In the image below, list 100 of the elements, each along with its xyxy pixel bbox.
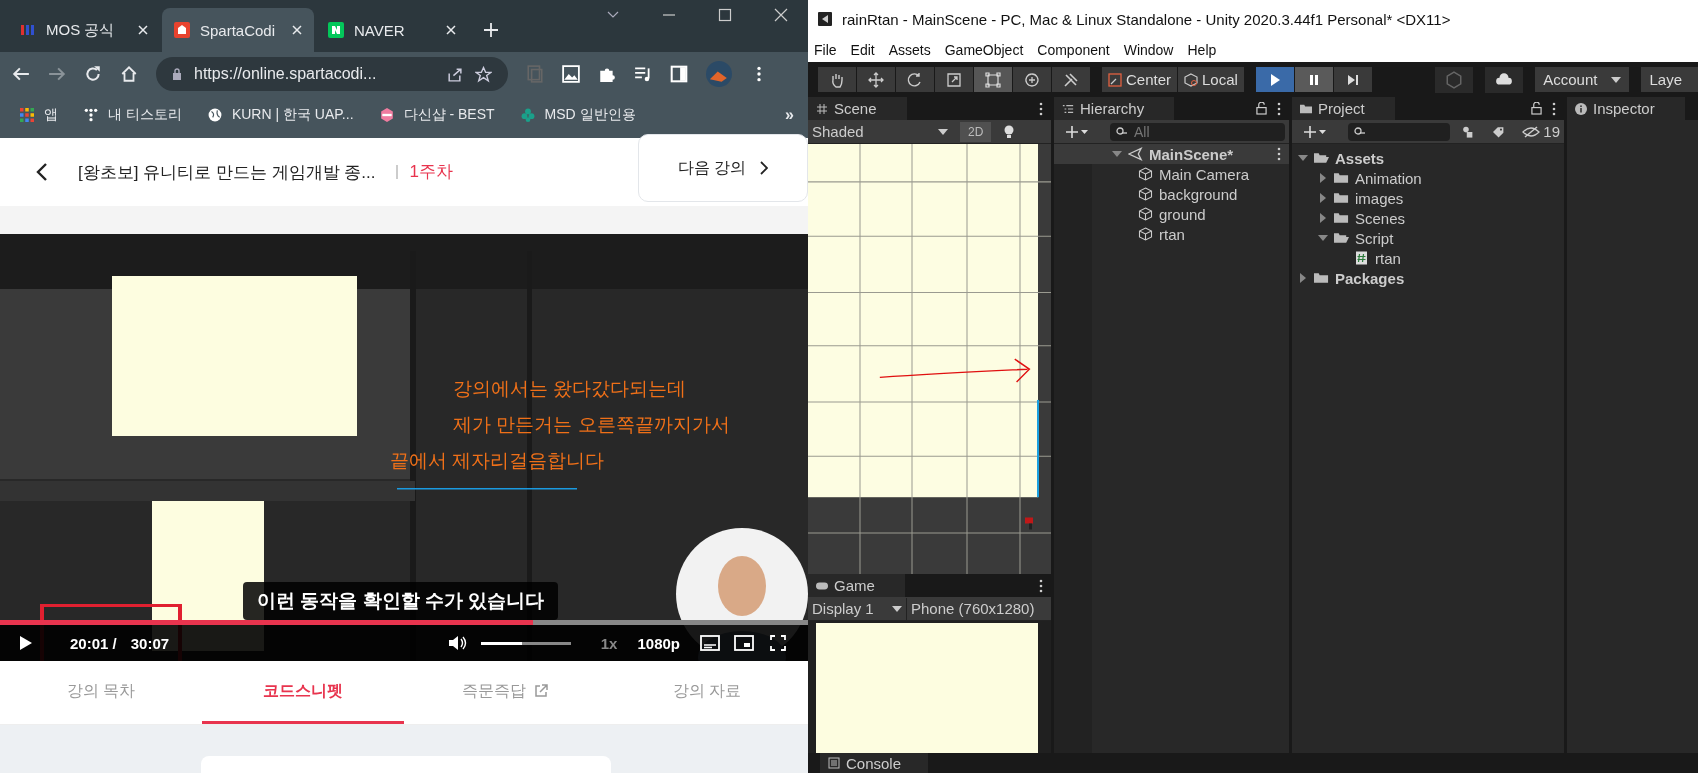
expand-arrow[interactable]: [1318, 193, 1328, 203]
fullscreen-icon[interactable]: [768, 635, 788, 651]
tool-button[interactable]: [1052, 67, 1090, 92]
browser-tab[interactable]: NAVER: [316, 8, 468, 52]
game-object-item[interactable]: ground: [1159, 205, 1206, 223]
tool-button[interactable]: [857, 67, 895, 92]
pivot-button[interactable]: Center: [1102, 67, 1178, 92]
tool-button[interactable]: [935, 67, 973, 92]
inspector-tab[interactable]: Inspector: [1567, 97, 1685, 120]
close-icon[interactable]: [774, 8, 788, 22]
expand-arrow[interactable]: [1298, 273, 1308, 283]
scene-view[interactable]: [808, 144, 1051, 574]
volume-slider[interactable]: [480, 641, 571, 645]
tool-button[interactable]: [1013, 67, 1051, 92]
collab-icon[interactable]: [1435, 66, 1474, 93]
menu-item[interactable]: Component: [1037, 42, 1110, 58]
menu-item[interactable]: Window: [1123, 42, 1174, 58]
more-options-icon[interactable]: [1039, 578, 1043, 593]
folder-item[interactable]: Assets: [1335, 149, 1385, 167]
game-tab[interactable]: Game: [808, 574, 905, 597]
tool-button[interactable]: [896, 67, 934, 92]
folder-item[interactable]: Packages: [1335, 269, 1405, 287]
menu-item[interactable]: Assets: [888, 42, 931, 58]
expand-arrow[interactable]: [1318, 213, 1328, 223]
more-options-icon[interactable]: [1277, 101, 1281, 116]
menu-item[interactable]: GameObject: [944, 42, 1024, 58]
menu-item[interactable]: Help: [1187, 42, 1217, 58]
open-folder-icon: [1314, 151, 1329, 165]
search-field[interactable]: [1348, 122, 1450, 141]
lock-icon[interactable]: [1531, 102, 1542, 115]
volume-icon[interactable]: [448, 635, 467, 651]
subtitles-icon[interactable]: [700, 635, 720, 651]
asset-item[interactable]: rtan: [1375, 249, 1401, 267]
close-icon[interactable]: [446, 25, 456, 35]
expand-arrow[interactable]: [1112, 149, 1122, 159]
back-icon[interactable]: [36, 162, 48, 182]
layers-dropdown[interactable]: Laye: [1641, 67, 1698, 92]
speed-button[interactable]: 1x: [600, 634, 618, 652]
expand-arrow[interactable]: [1298, 153, 1308, 163]
browser-tab[interactable]: MOS 공식: [8, 8, 160, 52]
more-bookmarks-button[interactable]: »: [785, 106, 794, 124]
close-icon[interactable]: [138, 25, 148, 35]
image-icon[interactable]: [562, 65, 580, 83]
browser-tab[interactable]: SpartaCodi: [162, 8, 314, 52]
bookmark[interactable]: 앱: [20, 106, 58, 124]
menu-item[interactable]: File: [814, 42, 837, 58]
more-options-icon[interactable]: [1277, 147, 1281, 161]
expand-arrow[interactable]: [1318, 233, 1328, 243]
bookmark[interactable]: 내 티스토리: [84, 106, 182, 124]
close-icon[interactable]: [292, 25, 302, 35]
playlist-icon[interactable]: [634, 65, 652, 83]
folder-item[interactable]: Animation: [1355, 169, 1422, 187]
maximize-icon[interactable]: [718, 8, 732, 22]
share-icon[interactable]: [446, 65, 463, 83]
forward-icon[interactable]: [48, 65, 66, 83]
lightbulb-icon[interactable]: [1003, 124, 1016, 139]
bookmark[interactable]: 다신샵 - BEST: [379, 106, 495, 124]
scene-tab[interactable]: Scene: [808, 97, 907, 120]
back-icon[interactable]: [12, 65, 30, 83]
play-icon[interactable]: [20, 636, 32, 650]
folder-item[interactable]: Script: [1355, 229, 1394, 247]
new-tab-icon[interactable]: [484, 23, 498, 37]
playback-button[interactable]: [1294, 67, 1333, 92]
game-object-item[interactable]: background: [1159, 185, 1238, 203]
game-object-item[interactable]: Main Camera: [1159, 165, 1250, 183]
next-lecture-button[interactable]: 다음 강의: [638, 134, 808, 202]
side-panel-icon[interactable]: [670, 65, 688, 83]
folder-item[interactable]: Scenes: [1355, 209, 1406, 227]
tool-button[interactable]: [818, 67, 856, 92]
menu-item[interactable]: Edit: [850, 42, 875, 58]
reload-icon[interactable]: [84, 65, 102, 83]
hierarchy-tab[interactable]: Hierarchy: [1054, 97, 1175, 120]
character-sprite: [1024, 517, 1034, 530]
home-icon[interactable]: [120, 65, 138, 83]
tool-button[interactable]: [974, 67, 1012, 92]
space-button[interactable]: Local: [1178, 67, 1244, 92]
project-tab[interactable]: Project: [1292, 97, 1395, 120]
more-options-icon[interactable]: [1039, 101, 1043, 116]
address-bar[interactable]: https://online.spartacodi...: [156, 57, 508, 91]
console-tab[interactable]: Console: [820, 753, 928, 773]
lock-icon[interactable]: [1256, 102, 1267, 115]
bookmark[interactable]: KURN | 한국 UAP...: [207, 106, 354, 124]
2d-toggle[interactable]: 2D: [960, 121, 992, 142]
bookmark[interactable]: MSD 일반인용: [520, 106, 636, 124]
quality-button[interactable]: 1080p: [637, 634, 680, 652]
account-dropdown[interactable]: Account: [1535, 67, 1630, 92]
search-field[interactable]: All: [1110, 122, 1285, 141]
more-options-icon[interactable]: [1552, 101, 1556, 116]
game-object-item[interactable]: rtan: [1159, 225, 1185, 243]
star-icon[interactable]: [475, 65, 492, 83]
hidden-count[interactable]: 19: [1522, 123, 1560, 140]
folder-item[interactable]: images: [1355, 189, 1404, 207]
pip-icon[interactable]: [734, 635, 754, 651]
scale-icon: [946, 71, 962, 88]
expand-arrow[interactable]: [1318, 173, 1328, 183]
profile-avatar[interactable]: [706, 61, 732, 87]
playback-button[interactable]: [1255, 67, 1294, 92]
cloud-icon[interactable]: [1485, 66, 1524, 93]
week-label: 1주차: [395, 165, 453, 179]
playback-button[interactable]: [1333, 67, 1372, 92]
